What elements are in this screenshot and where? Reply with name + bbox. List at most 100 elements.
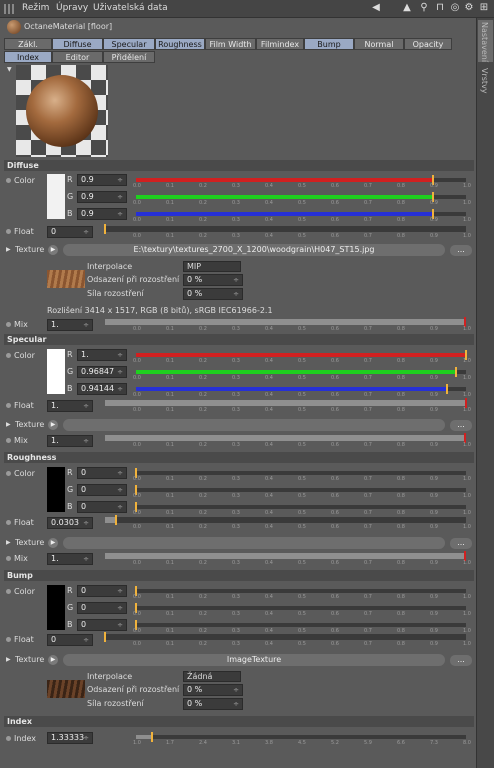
tab-3[interactable]: Roughness [155, 38, 205, 50]
arrow-left-icon[interactable]: ◀ [370, 2, 382, 14]
specular-mix-input[interactable]: 1. [47, 435, 93, 447]
bump-texture-browse-button[interactable]: ... [450, 655, 472, 666]
specular-g-slider[interactable] [136, 367, 466, 377]
bump-texture-play-icon[interactable]: ▶ [48, 655, 58, 665]
lock-icon[interactable]: ⊓ [434, 2, 446, 14]
search-icon[interactable]: ⚲ [418, 2, 430, 14]
arrow-up-icon[interactable]: ▲ [401, 2, 413, 14]
bump-g-input[interactable]: 0 [77, 602, 127, 614]
tab-5[interactable]: Filmindex [256, 38, 304, 50]
tab-0[interactable]: Zákl. [4, 38, 52, 50]
tab-2[interactable]: Specular [103, 38, 155, 50]
index-slider-handle[interactable] [150, 732, 153, 742]
bump-interp-select[interactable]: Žádná [183, 671, 241, 682]
tab-1[interactable]: Diffuse [52, 38, 103, 50]
collapse-arrow-icon[interactable]: ▼ [7, 66, 12, 73]
roughness-mix-keyframe-dot[interactable] [6, 556, 11, 561]
roughness-texture-play-icon[interactable]: ▶ [48, 538, 58, 548]
side-tab-settings[interactable]: Nastavení [480, 22, 489, 62]
side-tab-layers[interactable]: Vrstvy [480, 68, 489, 94]
diffuse-color-swatch[interactable] [47, 174, 65, 219]
diffuse-float-slider[interactable] [104, 224, 466, 234]
specular-g-input[interactable]: 0.96847 [77, 366, 127, 378]
roughness-mix-input[interactable]: 1. [47, 553, 93, 565]
roughness-r-slider[interactable] [135, 468, 466, 478]
roughness-b-slider[interactable] [135, 502, 466, 512]
specular-b-input[interactable]: 0.94144 [77, 383, 127, 395]
bump-b-slider[interactable] [135, 620, 466, 630]
index-slider[interactable] [136, 732, 466, 742]
bump-texture-field[interactable]: ImageTexture [63, 654, 445, 666]
roughness-float-handle[interactable] [114, 515, 117, 525]
add-icon[interactable]: ⊞ [478, 2, 490, 14]
target-icon[interactable]: ◎ [449, 2, 461, 14]
bump-offset-input[interactable]: 0 % [183, 684, 243, 696]
diffuse-offset-input[interactable]: 0 % [183, 274, 243, 286]
bump-b-input[interactable]: 0 [77, 619, 127, 631]
roughness-r-input[interactable]: 0 [77, 467, 127, 479]
tab-6[interactable]: Bump [304, 38, 354, 50]
specular-texture-browse-button[interactable]: ... [450, 420, 472, 431]
diffuse-float-keyframe-dot[interactable] [6, 229, 11, 234]
index-keyframe-dot[interactable] [6, 736, 11, 741]
roughness-float-input[interactable]: 0.0303 [47, 517, 93, 529]
diffuse-g-slider[interactable] [136, 192, 466, 202]
roughness-texture-arrow-icon[interactable]: ▶ [6, 539, 11, 546]
diffuse-mix-keyframe-dot[interactable] [6, 322, 11, 327]
diffuse-b-input[interactable]: 0.9 [77, 208, 127, 220]
diffuse-texture-arrow-icon[interactable]: ▶ [6, 246, 11, 253]
diffuse-float-handle[interactable] [104, 224, 106, 234]
diffuse-b-slider[interactable] [136, 209, 466, 219]
tab2-0[interactable]: Index [4, 51, 52, 63]
bump-color-swatch[interactable] [47, 585, 65, 630]
tab2-2[interactable]: Přidělení [103, 51, 155, 63]
roughness-color-keyframe-dot[interactable] [6, 471, 11, 476]
specular-r-input[interactable]: 1. [77, 349, 127, 361]
diffuse-g-input[interactable]: 0.9 [77, 191, 127, 203]
roughness-color-swatch[interactable] [47, 467, 65, 512]
specular-g-slider-handle[interactable] [454, 367, 457, 377]
bump-float-handle[interactable] [104, 632, 106, 642]
roughness-float-keyframe-dot[interactable] [6, 520, 11, 525]
bump-float-input[interactable]: 0 [47, 634, 93, 646]
specular-color-swatch[interactable] [47, 349, 65, 394]
roughness-b-input[interactable]: 0 [77, 501, 127, 513]
bump-float-keyframe-dot[interactable] [6, 637, 11, 642]
bump-g-slider[interactable] [135, 603, 466, 613]
tab-8[interactable]: Opacity [404, 38, 452, 50]
specular-texture-arrow-icon[interactable]: ▶ [6, 421, 11, 428]
tab-4[interactable]: Film Width [205, 38, 256, 50]
roughness-float-slider[interactable] [105, 515, 466, 525]
diffuse-float-input[interactable]: 0 [47, 226, 93, 238]
menu-userdata[interactable]: Uživatelská data [93, 3, 168, 13]
diffuse-texture-play-icon[interactable]: ▶ [48, 245, 58, 255]
roughness-mix-slider[interactable] [105, 551, 466, 561]
specular-float-keyframe-dot[interactable] [6, 403, 11, 408]
specular-texture-play-icon[interactable]: ▶ [48, 420, 58, 430]
roughness-texture-browse-button[interactable]: ... [450, 538, 472, 549]
specular-b-slider-handle[interactable] [445, 384, 448, 394]
diffuse-texture-browse-button[interactable]: ... [450, 245, 472, 256]
specular-mix-slider[interactable] [105, 433, 466, 443]
roughness-texture-field[interactable] [63, 537, 445, 549]
specular-color-keyframe-dot[interactable] [6, 353, 11, 358]
tab-7[interactable]: Normal [354, 38, 404, 50]
diffuse-strength-input[interactable]: 0 % [183, 288, 243, 300]
diffuse-color-keyframe-dot[interactable] [6, 178, 11, 183]
diffuse-r-slider[interactable] [136, 175, 466, 185]
tab2-1[interactable]: Editor [52, 51, 103, 63]
menu-edit[interactable]: Úpravy [56, 3, 88, 13]
bump-texture-arrow-icon[interactable]: ▶ [6, 656, 11, 663]
specular-texture-field[interactable] [63, 419, 445, 431]
roughness-g-input[interactable]: 0 [77, 484, 127, 496]
menu-mode[interactable]: Režim [22, 3, 49, 13]
settings-icon[interactable]: ⚙ [463, 2, 475, 14]
roughness-g-slider[interactable] [135, 485, 466, 495]
diffuse-mix-input[interactable]: 1. [47, 319, 93, 331]
bump-color-keyframe-dot[interactable] [6, 589, 11, 594]
diffuse-r-input[interactable]: 0.9 [77, 174, 127, 186]
diffuse-texture-field[interactable]: E:\textury\textures_2700_X_1200\woodgrai… [63, 244, 445, 256]
bump-r-slider[interactable] [135, 586, 466, 596]
specular-r-slider[interactable] [136, 350, 467, 360]
specular-float-input[interactable]: 1. [47, 400, 93, 412]
